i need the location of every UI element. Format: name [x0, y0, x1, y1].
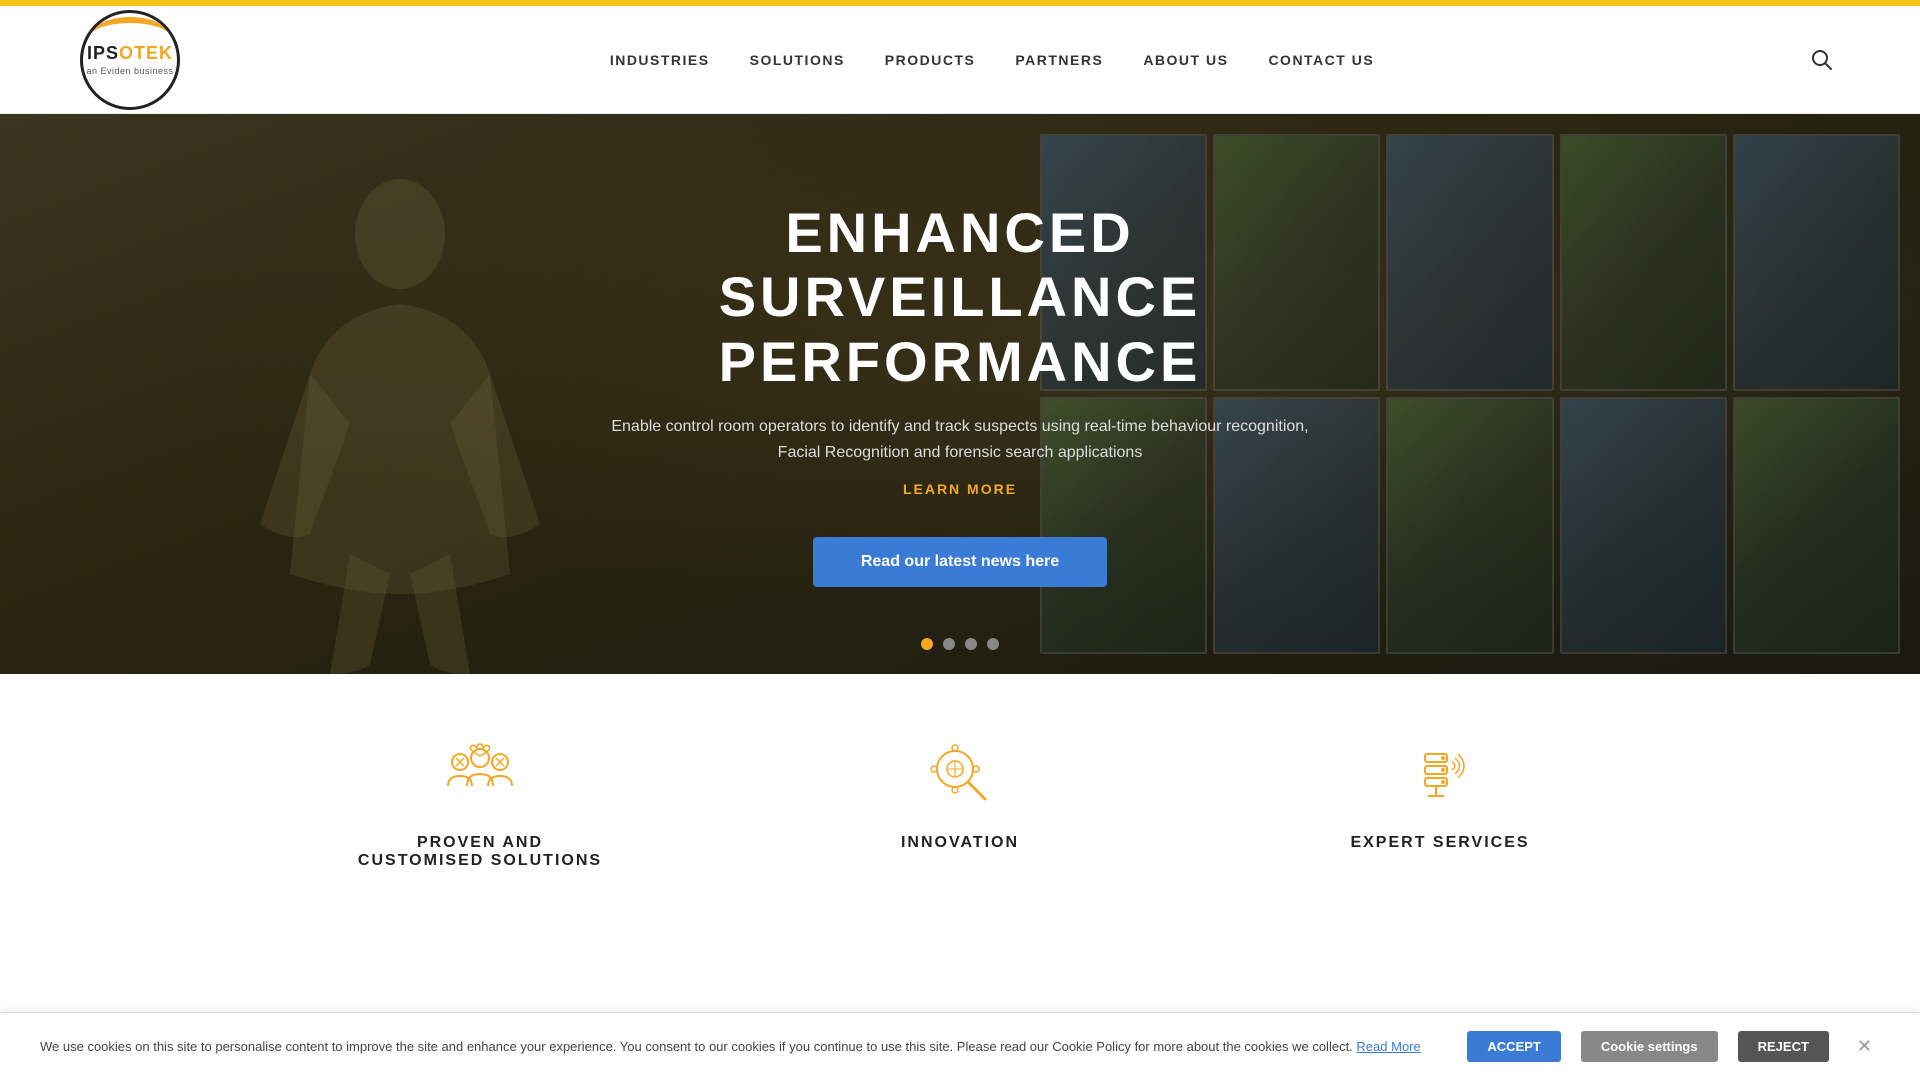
nav-item-partners[interactable]: PARTNERS [1015, 52, 1103, 68]
learn-more-link[interactable]: LEARN MORE [550, 481, 1370, 497]
nav-item-solutions[interactable]: SOLUTIONS [750, 52, 845, 68]
slide-dot-1[interactable] [921, 638, 933, 650]
news-button[interactable]: Read our latest news here [813, 537, 1107, 587]
hero-title-line1: ENHANCED SURVEILLANCE [719, 201, 1202, 328]
monitor-3 [1386, 134, 1553, 391]
slide-dot-3[interactable] [965, 638, 977, 650]
search-button[interactable] [1804, 42, 1840, 78]
logo-arc [90, 17, 170, 57]
feature-card-innovation: INNOVATION [760, 734, 1160, 878]
feature-card-proven: PROVEN AND CUSTOMISED SOLUTIONS [280, 734, 680, 878]
hero-section: ENHANCED SURVEILLANCE PERFORMANCE Enable… [0, 114, 1920, 674]
site-header: IPSOTEK an Eviden business INDUSTRIES SO… [0, 6, 1920, 114]
nav-item-about[interactable]: ABOUT US [1143, 52, 1228, 68]
slide-dots [921, 638, 999, 650]
cookie-accept-button[interactable]: ACCEPT [1467, 1031, 1560, 1062]
slide-dot-2[interactable] [943, 638, 955, 650]
hero-subtitle: Enable control room operators to identif… [610, 414, 1310, 465]
main-nav: INDUSTRIES SOLUTIONS PRODUCTS PARTNERS A… [610, 52, 1374, 68]
monitor-9 [1560, 397, 1727, 654]
hero-person-silhouette [250, 174, 550, 674]
nav-item-products[interactable]: PRODUCTS [885, 52, 976, 68]
cookie-banner: We use cookies on this site to personali… [0, 1012, 1920, 1080]
nav-item-industries[interactable]: INDUSTRIES [610, 52, 710, 68]
monitor-8 [1386, 397, 1553, 654]
hero-title-line2: PERFORMANCE [719, 330, 1202, 393]
expert-icon [1400, 734, 1480, 814]
slide-dot-4[interactable] [987, 638, 999, 650]
group-icon [440, 734, 520, 814]
logo: IPSOTEK an Eviden business [80, 10, 180, 110]
features-section: PROVEN AND CUSTOMISED SOLUTIONS [0, 674, 1920, 918]
monitor-5 [1733, 134, 1900, 391]
monitor-10 [1733, 397, 1900, 654]
cookie-read-more-link[interactable]: Read More [1356, 1039, 1420, 1054]
cookie-close-button[interactable]: ✕ [1849, 1032, 1880, 1061]
hero-content: ENHANCED SURVEILLANCE PERFORMANCE Enable… [510, 201, 1410, 587]
search-icon [1811, 49, 1833, 71]
logo-subtitle: an Eviden business [86, 66, 173, 76]
logo-area[interactable]: IPSOTEK an Eviden business [80, 10, 180, 110]
cookie-reject-button[interactable]: REJECT [1738, 1031, 1829, 1062]
feature-title-expert: EXPERT SERVICES [1240, 834, 1640, 852]
feature-card-expert: EXPERT SERVICES [1240, 734, 1640, 878]
cookie-settings-button[interactable]: Cookie settings [1581, 1031, 1718, 1062]
innovation-icon [920, 734, 1000, 814]
nav-item-contact[interactable]: CONTACT US [1268, 52, 1374, 68]
cookie-text: We use cookies on this site to personali… [40, 1037, 1447, 1057]
feature-title-proven: PROVEN AND CUSTOMISED SOLUTIONS [280, 834, 680, 870]
feature-title-innovation: INNOVATION [760, 834, 1160, 852]
monitor-4 [1560, 134, 1727, 391]
hero-title: ENHANCED SURVEILLANCE PERFORMANCE [550, 201, 1370, 394]
